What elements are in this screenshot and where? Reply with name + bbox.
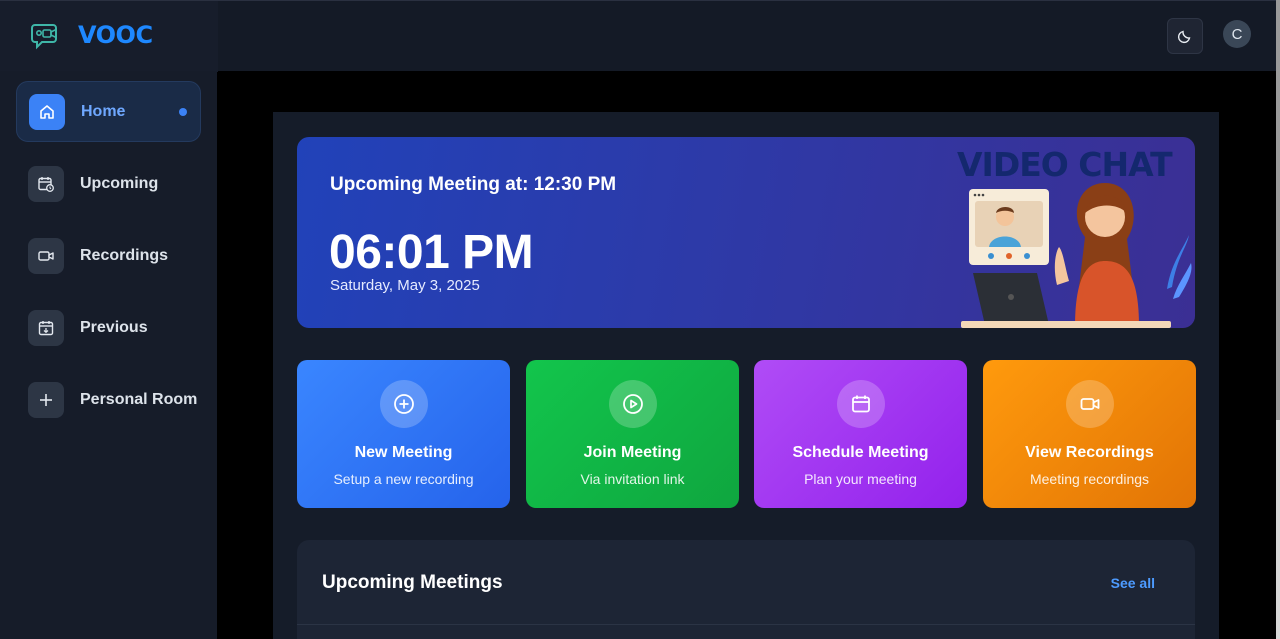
active-indicator [179,108,187,116]
logo-icon[interactable] [30,19,64,53]
sidebar: Home Upcoming Recordings Previous Person… [0,71,217,639]
upcoming-meetings-panel: Upcoming Meetings See all [297,540,1195,639]
brand-area: VOOC [0,1,218,72]
sidebar-item-label: Previous [80,318,148,336]
current-time: 06:01 PM [329,226,534,279]
sidebar-item-recordings[interactable]: Recordings [16,225,201,286]
plus-circle-icon [380,380,428,428]
see-all-link[interactable]: See all [1111,575,1155,591]
card-subtitle: Via invitation link [580,471,685,487]
sidebar-item-label: Home [81,102,126,120]
brand-name[interactable]: VOOC [78,21,153,49]
calendar-icon [837,380,885,428]
schedule-meeting-card[interactable]: Schedule Meeting Plan your meeting [754,360,967,508]
sidebar-item-label: Personal Room [80,390,198,408]
video-chat-illustration [961,183,1192,328]
section-title: Upcoming Meetings [322,572,503,593]
quick-actions: New Meeting Setup a new recording Join M… [297,360,1196,508]
divider [297,624,1195,625]
card-subtitle: Plan your meeting [804,471,917,487]
calendar-check-icon [28,309,64,346]
card-title: Join Meeting [583,444,682,461]
user-avatar[interactable]: C [1223,20,1251,48]
sidebar-item-personal-room[interactable]: Personal Room [16,369,201,430]
sidebar-item-previous[interactable]: Previous [16,297,201,358]
sidebar-item-home[interactable]: Home [16,81,201,142]
theme-toggle-button[interactable] [1167,18,1203,54]
view-recordings-card[interactable]: View Recordings Meeting recordings [983,360,1196,508]
scrollbar[interactable] [1276,0,1280,639]
hero-banner: Upcoming Meeting at: 12:30 PM 06:01 PM S… [297,137,1195,328]
card-title: New Meeting [354,444,453,461]
play-circle-icon [609,380,657,428]
sidebar-item-label: Recordings [80,246,169,264]
scrollbar-thumb[interactable] [1276,0,1280,420]
card-subtitle: Setup a new recording [333,471,474,487]
upcoming-meeting-label: Upcoming Meeting at: 12:30 PM [330,174,617,195]
video-icon [28,237,64,274]
new-meeting-card[interactable]: New Meeting Setup a new recording [297,360,510,508]
card-title: Schedule Meeting [792,444,929,461]
current-date: Saturday, May 3, 2025 [330,277,480,294]
sidebar-item-label: Upcoming [80,174,159,192]
plus-icon [28,381,64,418]
main-content: Upcoming Meeting at: 12:30 PM 06:01 PM S… [273,112,1219,639]
video-icon [1066,380,1114,428]
card-title: View Recordings [1025,444,1154,461]
calendar-clock-icon [28,165,64,202]
top-bar: VOOC C [0,0,1276,72]
join-meeting-card[interactable]: Join Meeting Via invitation link [526,360,739,508]
home-icon [29,93,65,130]
sidebar-item-upcoming[interactable]: Upcoming [16,153,201,214]
moon-icon [1177,30,1191,44]
card-subtitle: Meeting recordings [1029,471,1150,487]
